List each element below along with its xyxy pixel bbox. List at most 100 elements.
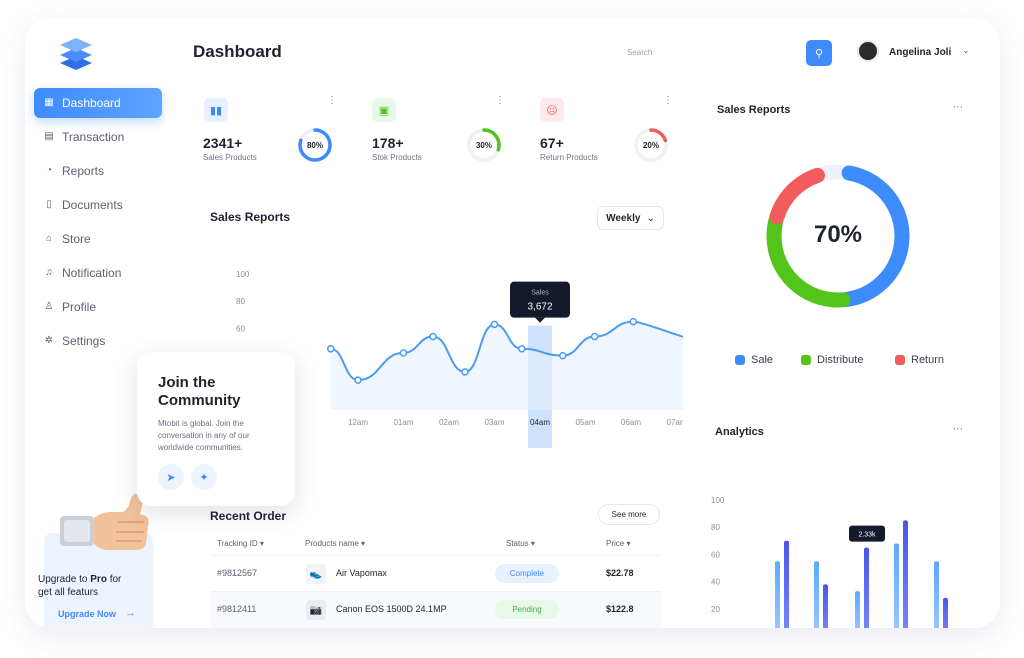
sidebar-item-label: Transaction	[62, 130, 125, 144]
column-header[interactable]: Status ▾	[506, 539, 535, 548]
data-point	[490, 320, 499, 329]
x-tick-label: 03am	[484, 418, 504, 427]
more-icon[interactable]: ⋮	[327, 95, 337, 106]
data-point	[629, 317, 638, 326]
sidebar-item-settings[interactable]: ✲ Settings	[34, 326, 162, 356]
see-more-button[interactable]: See more	[598, 504, 660, 525]
data-point	[461, 368, 469, 376]
column-header[interactable]: Tracking ID ▾	[217, 539, 264, 548]
sidebar-item-documents[interactable]: ▯ Documents	[34, 190, 162, 220]
divider	[211, 555, 661, 556]
bar	[943, 597, 948, 628]
gear-icon: ✲	[44, 335, 54, 346]
sidebar-item-label: Settings	[62, 334, 106, 348]
price: $122.8	[606, 604, 634, 614]
data-point	[590, 332, 599, 341]
x-tick-label: 02am	[439, 418, 459, 427]
column-header[interactable]: Price ▾	[606, 539, 630, 548]
legend-swatch	[735, 355, 745, 365]
more-icon[interactable]: ⋮	[495, 95, 505, 106]
more-icon[interactable]: ⋮	[663, 95, 673, 106]
y-tick-label: 80	[711, 523, 720, 532]
stat-value: 2341+	[203, 135, 243, 151]
x-tick-label: 06am	[621, 418, 641, 427]
telegram-icon[interactable]: ➤	[158, 464, 184, 490]
bar	[855, 591, 860, 628]
sidebar-item-reports[interactable]: ◔ Reports	[34, 156, 162, 186]
bar	[934, 561, 939, 628]
stat-label: Stok Products	[372, 153, 422, 162]
legend-swatch	[801, 355, 811, 365]
status-badge: Pending	[495, 600, 559, 619]
products-icon: ▮▮	[204, 98, 228, 122]
sidebar-item-profile[interactable]: ♙ Profile	[34, 292, 162, 322]
stat-value: 178+	[372, 135, 404, 151]
tooltip-label: Sales	[531, 290, 549, 297]
pie-icon: ◔	[45, 165, 53, 176]
tracking-id: #9812567	[217, 568, 258, 578]
upgrade-now-link[interactable]: Upgrade Now	[58, 609, 116, 619]
sidebar-item-store[interactable]: ⌂ Store	[34, 224, 162, 254]
legend-item-distribute: Distribute	[801, 354, 863, 366]
period-label: Weekly	[606, 212, 641, 224]
chevron-down-icon[interactable]: ⌄	[962, 45, 970, 56]
store-icon: ⌂	[45, 233, 53, 244]
sidebar-item-label: Notification	[62, 266, 122, 280]
data-point	[399, 349, 408, 357]
sidebar-item-transaction[interactable]: ▤ Transaction	[34, 122, 162, 152]
product-name: Air Vapomax	[336, 568, 387, 578]
community-card: Join the Community Mtobit is global. Joi…	[137, 352, 295, 506]
recent-order-title: Recent Order	[210, 509, 287, 523]
shoe-icon: 👟	[306, 564, 326, 584]
bar	[775, 561, 780, 628]
progress-label: 30%	[475, 141, 492, 150]
more-icon[interactable]: ⋯	[953, 424, 963, 435]
bar	[823, 584, 828, 628]
bar	[784, 540, 789, 628]
y-tick-label: 60	[711, 550, 720, 559]
tooltip-value: 2.33k	[858, 532, 876, 539]
bar	[814, 561, 819, 628]
transaction-icon: ▤	[44, 131, 54, 142]
sidebar-item-notification[interactable]: ♫ Notification	[34, 258, 162, 288]
twitter-icon[interactable]: ✦	[191, 464, 217, 490]
progress-label: 20%	[642, 141, 659, 150]
data-point	[559, 351, 567, 360]
arrow-right-icon[interactable]: →	[125, 607, 136, 619]
search-button[interactable]: ⚲	[806, 40, 832, 66]
user-name[interactable]: Angelina Joli	[889, 47, 951, 58]
legend-item-sale: Sale	[735, 354, 773, 366]
sidebar-item-label: Reports	[62, 164, 105, 178]
y-tick-label: 100	[236, 270, 250, 279]
analytics-bar-chart: 100 80 60 40 20 2.33k	[711, 496, 948, 628]
period-select[interactable]: Weekly ⌄	[597, 206, 664, 230]
sort-down-icon: ▾	[626, 539, 631, 548]
search-input[interactable]: Search	[627, 48, 652, 57]
stock-icon: ▣	[372, 98, 396, 122]
avatar[interactable]	[857, 40, 879, 62]
data-point	[354, 376, 362, 384]
sales-panel-title: Sales Reports	[717, 104, 791, 116]
x-tick-label: 12am	[348, 418, 368, 427]
sidebar-item-dashboard[interactable]: ▦ Dashboard	[34, 88, 162, 118]
chevron-down-icon: ⌄	[646, 212, 655, 224]
upgrade-text: Upgrade to Pro for get all featurs	[38, 574, 122, 598]
data-point	[326, 345, 335, 353]
more-icon[interactable]: ⋯	[953, 102, 963, 113]
sales-report-title: Sales Reports	[210, 210, 291, 224]
column-header[interactable]: Products name ▾	[305, 539, 365, 548]
tooltip-pointer	[535, 317, 545, 323]
legend-item-return: Return	[895, 354, 944, 366]
tooltip-value: 3,672	[527, 302, 552, 313]
y-tick-label: 60	[236, 324, 245, 333]
y-tick-label: 40	[711, 578, 720, 587]
sort-down-icon: ▾	[259, 539, 264, 548]
price: $22.78	[606, 568, 634, 578]
y-tick-label: 80	[236, 297, 245, 306]
stat-label: Sales Products	[203, 153, 257, 162]
app-window: ▦ Dashboard ▤ Transaction ◔ Reports ▯ Do…	[25, 18, 1000, 628]
y-tick-label: 100	[711, 496, 725, 505]
sidebar-item-label: Documents	[62, 198, 123, 212]
sidebar-item-label: Profile	[62, 300, 97, 314]
y-tick-label: 20	[711, 605, 720, 614]
